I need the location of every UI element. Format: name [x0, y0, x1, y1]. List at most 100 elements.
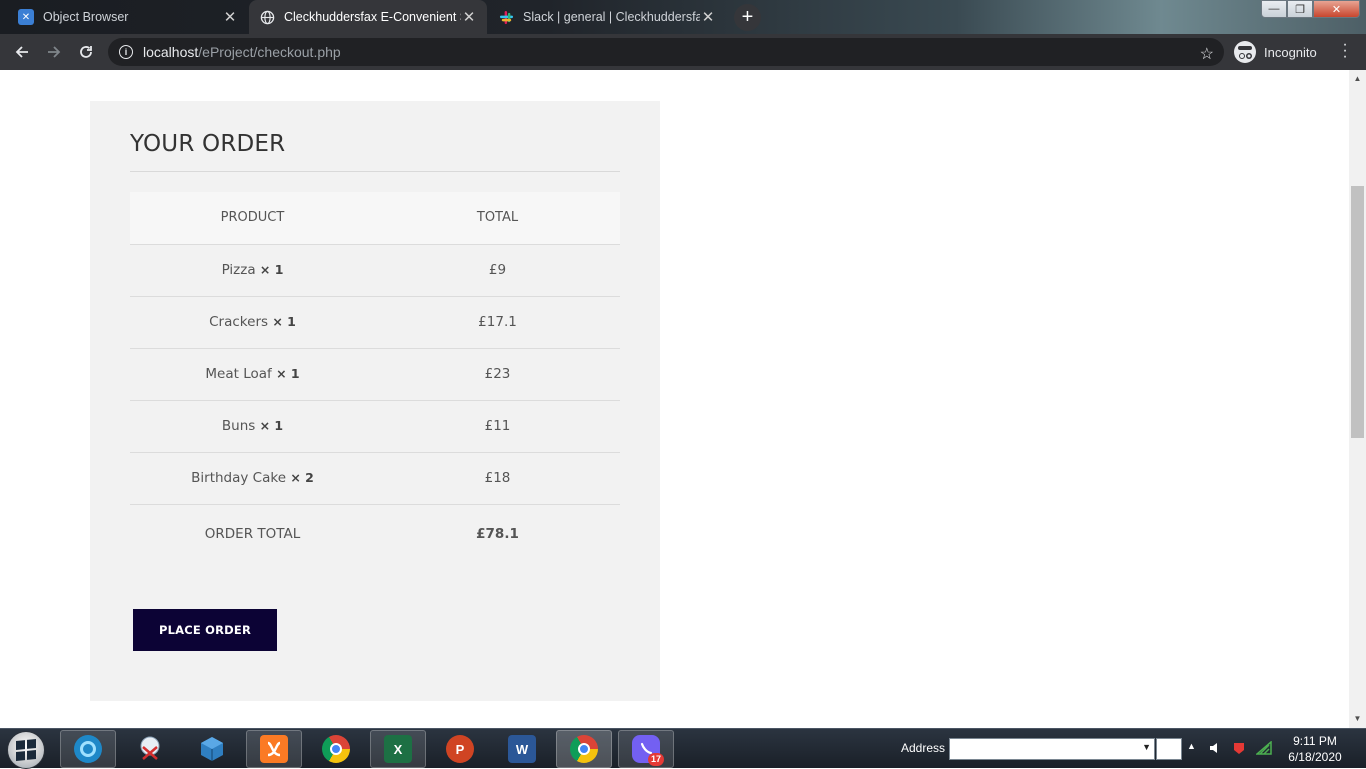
close-icon[interactable]: ✕	[700, 8, 716, 26]
volume-icon[interactable]	[1208, 741, 1222, 755]
line-total: £11	[375, 400, 620, 453]
scroll-down-arrow-icon[interactable]: ▼	[1349, 712, 1366, 726]
address-go-button[interactable]	[1156, 738, 1182, 760]
tab-slack[interactable]: Slack | general | Cleckhuddersfax ✕	[488, 0, 726, 34]
slack-icon	[498, 9, 514, 25]
taskbar-xampp[interactable]	[246, 730, 302, 768]
restore-button[interactable]: ❐	[1287, 0, 1313, 18]
viber-icon: 17	[632, 735, 664, 766]
minimize-button[interactable]: —	[1261, 0, 1287, 18]
network-icon[interactable]	[1254, 740, 1272, 755]
bookmark-star-icon[interactable]: ☆	[1200, 44, 1214, 64]
product-name: Buns	[221, 418, 256, 434]
table-row: Birthday Cake × 2 £18	[130, 452, 620, 505]
clock-date: 6/18/2020	[1288, 750, 1342, 764]
order-table: PRODUCT TOTAL Pizza × 1 £9 Crackers × 1 …	[130, 192, 620, 564]
arrow-left-icon	[15, 46, 28, 58]
powerpoint-icon: P	[446, 735, 474, 763]
table-row: Crackers × 1 £17.1	[130, 296, 620, 349]
clock-time: 9:11 PM	[1293, 734, 1337, 748]
incognito-icon	[1234, 41, 1256, 63]
scroll-up-arrow-icon[interactable]: ▲	[1349, 72, 1366, 86]
reload-icon	[80, 46, 92, 58]
word-icon: W	[508, 735, 536, 763]
order-total-value: £78.1	[476, 526, 519, 543]
address-toolbar-input[interactable]: ▼	[949, 738, 1155, 760]
system-clock[interactable]: 9:11 PM 6/18/2020	[1280, 733, 1350, 765]
taskbar-chrome-active[interactable]	[556, 730, 612, 768]
excel-icon: X	[384, 735, 412, 763]
object-browser-favicon: ✕	[18, 9, 34, 25]
place-order-button[interactable]: PLACE ORDER	[133, 609, 277, 651]
taskbar-ie[interactable]	[60, 730, 116, 768]
show-hidden-icons-arrow-icon[interactable]: ▲	[1187, 741, 1196, 751]
order-total-label: ORDER TOTAL	[204, 526, 301, 543]
chrome-icon	[570, 735, 598, 763]
forward-button[interactable]	[42, 40, 66, 64]
taskbar-chrome[interactable]	[308, 730, 364, 768]
windows-logo-icon	[16, 738, 36, 762]
start-button[interactable]	[7, 731, 45, 769]
taskbar-snipping-tool[interactable]	[122, 730, 178, 768]
notification-badge: 17	[647, 753, 664, 766]
info-icon[interactable]: i	[119, 45, 133, 59]
taskbar-word[interactable]: W	[494, 730, 550, 768]
address-bar[interactable]: i localhost/eProject/checkout.php ☆	[108, 38, 1224, 66]
column-header-total: TOTAL	[375, 192, 620, 245]
arrow-right-icon	[48, 46, 61, 58]
table-row: Meat Loaf × 1 £23	[130, 348, 620, 401]
taskbar-viber[interactable]: 17	[618, 730, 674, 768]
back-button[interactable]	[10, 40, 34, 64]
dropdown-arrow-icon[interactable]: ▼	[1142, 742, 1151, 752]
tab-title: Cleckhuddersfax E-Convenient St	[284, 10, 461, 24]
globe-icon	[259, 9, 275, 25]
product-cell: Pizza × 1	[130, 244, 375, 297]
line-total: £23	[375, 348, 620, 401]
divider	[130, 171, 620, 172]
chrome-icon	[322, 735, 350, 763]
url-path: /eProject/checkout.php	[198, 44, 341, 60]
product-cell: Crackers × 1	[130, 296, 375, 349]
browser-tab-strip: ✕ Object Browser ✕ Cleckhuddersfax E-Con…	[0, 0, 1366, 34]
url-text: localhost/eProject/checkout.php	[143, 44, 341, 60]
product-quantity: × 2	[290, 470, 314, 485]
product-quantity: × 1	[259, 418, 284, 433]
product-quantity: × 1	[272, 314, 296, 329]
scroll-thumb[interactable]	[1351, 186, 1364, 438]
close-icon[interactable]: ✕	[222, 8, 238, 26]
table-row: Pizza × 1 £9	[130, 244, 620, 297]
table-row: Buns × 1 £11	[130, 400, 620, 453]
product-name: Birthday Cake	[191, 470, 287, 486]
xampp-icon	[260, 735, 288, 763]
order-summary-panel: YOUR ORDER PRODUCT TOTAL Pizza × 1 £9 Cr…	[90, 101, 660, 701]
taskbar-powerpoint[interactable]: P	[432, 730, 488, 768]
tab-checkout[interactable]: Cleckhuddersfax E-Convenient St ✕	[249, 0, 487, 34]
order-total-row: ORDER TOTAL £78.1	[130, 504, 620, 564]
address-toolbar-label: Address	[901, 741, 946, 755]
tab-title: Slack | general | Cleckhuddersfax	[523, 10, 700, 24]
incognito-indicator[interactable]: Incognito	[1234, 40, 1317, 64]
product-name: Pizza	[221, 262, 256, 278]
new-tab-button[interactable]: +	[734, 4, 761, 31]
security-alert-icon[interactable]	[1232, 741, 1246, 755]
line-total: £18	[375, 452, 620, 505]
order-title: YOUR ORDER	[130, 131, 286, 157]
ie-icon	[74, 735, 102, 763]
taskbar-virtualbox[interactable]	[184, 730, 240, 768]
menu-kebab-icon[interactable]: · · ·	[1338, 37, 1352, 65]
windows-taskbar: X P W 17 Address ▼ ▲ 9:11 PM 6/18/2020	[0, 728, 1366, 769]
line-total: £9	[375, 244, 620, 297]
column-header-product: PRODUCT	[130, 192, 375, 245]
product-name: Crackers	[209, 314, 269, 330]
taskbar-excel[interactable]: X	[370, 730, 426, 768]
tab-object-browser[interactable]: ✕ Object Browser ✕	[8, 0, 248, 34]
incognito-label: Incognito	[1264, 44, 1317, 60]
close-icon[interactable]: ✕	[461, 8, 477, 26]
page-viewport: YOUR ORDER PRODUCT TOTAL Pizza × 1 £9 Cr…	[0, 70, 1366, 728]
reload-button[interactable]	[74, 40, 98, 64]
browser-toolbar: i localhost/eProject/checkout.php ☆ Inco…	[0, 34, 1366, 70]
product-name: Meat Loaf	[205, 366, 272, 382]
page-scrollbar[interactable]: ▲ ▼	[1349, 70, 1366, 728]
virtualbox-icon	[198, 735, 226, 763]
window-close-button[interactable]: ✕	[1313, 0, 1360, 18]
